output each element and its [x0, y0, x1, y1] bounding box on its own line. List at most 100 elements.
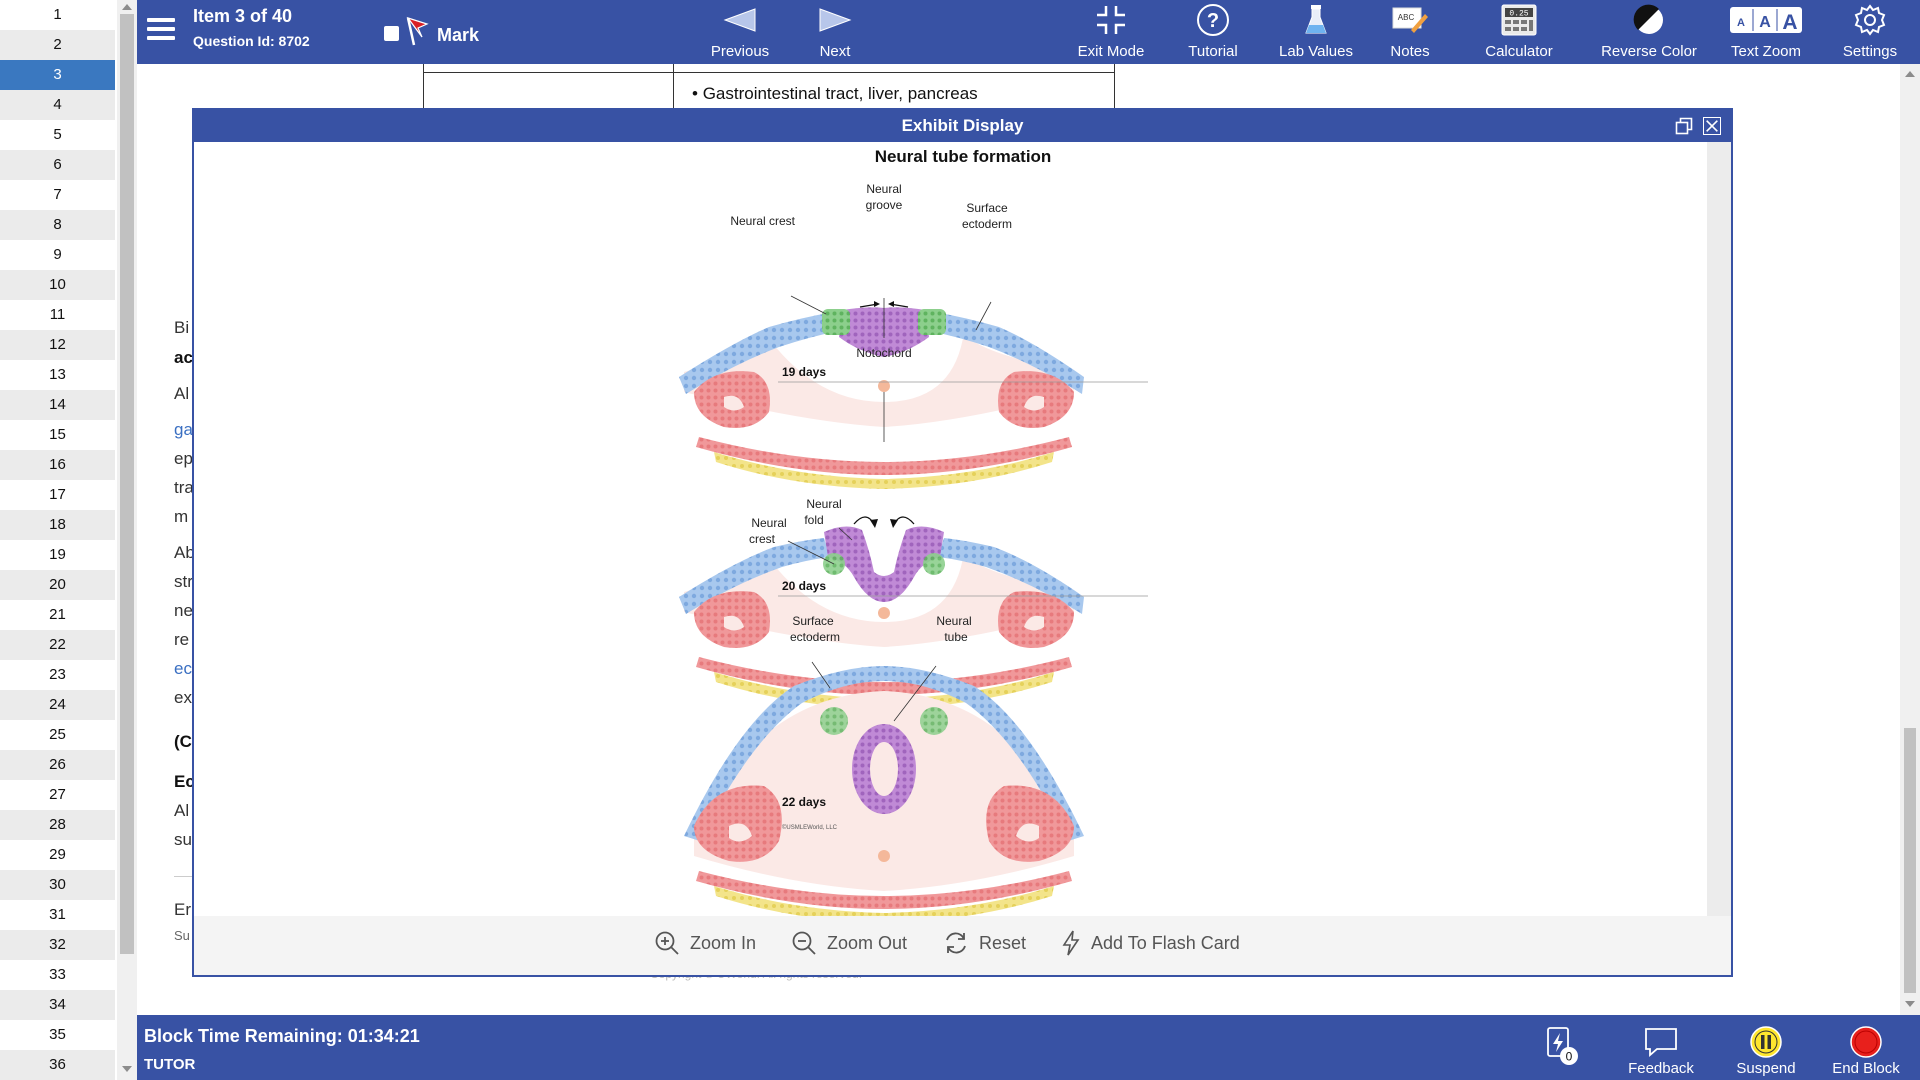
- question-list-item[interactable]: 30: [0, 870, 115, 900]
- notes-label: Notes: [1390, 43, 1430, 60]
- scroll-thumb[interactable]: [120, 14, 134, 954]
- suspend-button[interactable]: Suspend: [1721, 1015, 1811, 1080]
- contrast-icon: [1633, 4, 1663, 34]
- question-list-item[interactable]: 19: [0, 540, 115, 570]
- previous-label: Previous: [710, 43, 770, 60]
- svg-text:tube: tube: [944, 630, 968, 644]
- scroll-up-arrow-icon[interactable]: [1905, 71, 1915, 77]
- label-20-days: 20 days: [782, 579, 826, 593]
- end-block-button[interactable]: End Block: [1821, 1015, 1911, 1080]
- explanation-link[interactable]: ga: [174, 420, 193, 440]
- question-list-item[interactable]: 10: [0, 270, 115, 300]
- scroll-thumb[interactable]: [1904, 728, 1916, 993]
- question-list-item[interactable]: 12: [0, 330, 115, 360]
- question-list-item[interactable]: 34: [0, 990, 115, 1020]
- question-list-item[interactable]: 14: [0, 390, 115, 420]
- zoom-out-icon: [792, 931, 816, 955]
- question-list-item[interactable]: 21: [0, 600, 115, 630]
- next-button[interactable]: Next: [800, 0, 870, 64]
- question-list-item[interactable]: 2: [0, 30, 115, 60]
- question-list-item[interactable]: 4: [0, 90, 115, 120]
- svg-text:groove: groove: [866, 198, 903, 212]
- previous-button[interactable]: Previous: [700, 0, 780, 64]
- flash-cards-button[interactable]: 0: [1537, 1015, 1587, 1080]
- exhibit-title: Exhibit Display: [901, 116, 1024, 135]
- add-to-flash-card-button[interactable]: Add To Flash Card: [1061, 930, 1240, 956]
- feedback-button[interactable]: Feedback: [1616, 1015, 1706, 1080]
- label-19-days: 19 days: [782, 365, 826, 379]
- explanation-fragment: ac: [174, 348, 193, 367]
- question-list-item[interactable]: 20: [0, 570, 115, 600]
- text-zoom-label: Text Zoom: [1730, 43, 1802, 60]
- question-list-item[interactable]: 33: [0, 960, 115, 990]
- svg-text:Surface: Surface: [966, 201, 1008, 215]
- tutorial-label: Tutorial: [1188, 43, 1238, 60]
- question-list-item[interactable]: 27: [0, 780, 115, 810]
- question-list-item[interactable]: 15: [0, 420, 115, 450]
- restore-window-icon[interactable]: [1675, 117, 1693, 135]
- question-list-item[interactable]: 8: [0, 210, 115, 240]
- exhibit-scrollbar[interactable]: [1707, 142, 1731, 916]
- chat-bubble-icon: [1645, 1028, 1677, 1057]
- question-list-item[interactable]: 3: [0, 60, 115, 90]
- svg-text:Neural: Neural: [936, 614, 971, 628]
- lightning-icon: [1062, 930, 1080, 956]
- mark-label[interactable]: Mark: [437, 25, 479, 46]
- question-list-item[interactable]: 17: [0, 480, 115, 510]
- question-list-item[interactable]: 18: [0, 510, 115, 540]
- calculator-button[interactable]: 0.25 Calculator: [1469, 0, 1569, 64]
- mark-checkbox[interactable]: [384, 26, 399, 41]
- explanation-fragment: Su: [174, 928, 190, 943]
- lab-values-button[interactable]: Lab Values: [1266, 0, 1366, 64]
- settings-button[interactable]: Settings: [1830, 0, 1910, 64]
- exit-mode-button[interactable]: Exit Mode: [1071, 0, 1151, 64]
- next-arrow-icon: [819, 8, 852, 32]
- suspend-label: Suspend: [1736, 1060, 1796, 1077]
- reset-button[interactable]: Reset: [943, 930, 1026, 956]
- item-info: Item 3 of 40 Question Id: 8702: [193, 6, 310, 49]
- calculator-label: Calculator: [1485, 43, 1553, 60]
- question-list-item[interactable]: 36: [0, 1050, 115, 1080]
- question-list-item[interactable]: 13: [0, 360, 115, 390]
- menu-icon[interactable]: [147, 18, 175, 42]
- explanation-link[interactable]: ec: [174, 659, 192, 679]
- content-scrollbar[interactable]: [1900, 64, 1920, 1015]
- scroll-down-arrow-icon[interactable]: [122, 1066, 132, 1072]
- question-list-item[interactable]: 31: [0, 900, 115, 930]
- flag-icon[interactable]: [405, 16, 431, 46]
- tutorial-button[interactable]: ? Tutorial: [1173, 0, 1253, 64]
- question-list-item[interactable]: 28: [0, 810, 115, 840]
- question-list-item[interactable]: 23: [0, 660, 115, 690]
- svg-text:Neural: Neural: [866, 182, 901, 196]
- notes-button[interactable]: ABC Notes: [1370, 0, 1450, 64]
- question-list-item[interactable]: 22: [0, 630, 115, 660]
- question-list-item[interactable]: 11: [0, 300, 115, 330]
- label-neural-crest: Neural crest: [730, 214, 795, 228]
- zoom-in-button[interactable]: Zoom In: [654, 930, 756, 956]
- text-zoom-button[interactable]: AAA Text Zoom: [1711, 0, 1821, 64]
- close-icon[interactable]: [1703, 117, 1721, 135]
- question-list-item[interactable]: 5: [0, 120, 115, 150]
- zoom-out-button[interactable]: Zoom Out: [791, 930, 907, 956]
- previous-arrow-icon: [723, 8, 756, 32]
- question-list-item[interactable]: 6: [0, 150, 115, 180]
- question-list-item[interactable]: 1: [0, 0, 115, 30]
- scroll-down-arrow-icon[interactable]: [1905, 1001, 1915, 1007]
- question-list-item[interactable]: 24: [0, 690, 115, 720]
- question-list-item[interactable]: 29: [0, 840, 115, 870]
- question-list-scrollbar[interactable]: [117, 0, 137, 1080]
- reverse-color-button[interactable]: Reverse Color: [1584, 0, 1714, 64]
- exhibit-display-modal: Exhibit Display Neural tube formation Ne…: [192, 108, 1733, 977]
- scroll-up-arrow-icon[interactable]: [122, 4, 132, 10]
- flask-icon: [1305, 5, 1327, 34]
- question-list-item[interactable]: 25: [0, 720, 115, 750]
- mode-label: TUTOR: [144, 1056, 196, 1073]
- explanation-fragment: (C: [174, 732, 192, 751]
- question-list-item[interactable]: 26: [0, 750, 115, 780]
- svg-text:A: A: [1782, 11, 1797, 34]
- question-list-item[interactable]: 32: [0, 930, 115, 960]
- question-list-item[interactable]: 16: [0, 450, 115, 480]
- question-list-item[interactable]: 9: [0, 240, 115, 270]
- question-list-item[interactable]: 7: [0, 180, 115, 210]
- question-list-item[interactable]: 35: [0, 1020, 115, 1050]
